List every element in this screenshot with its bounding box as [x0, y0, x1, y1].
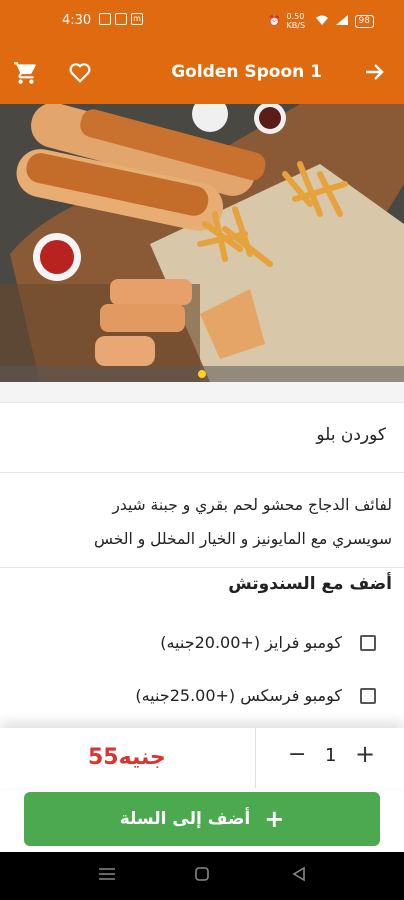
section-gap: [0, 382, 404, 402]
decrease-quantity-button[interactable]: −: [288, 742, 306, 767]
order-bar: 55جنيه − 1 +: [0, 728, 404, 788]
back-icon[interactable]: [291, 866, 307, 886]
cart-icon[interactable]: [13, 60, 39, 90]
alarm-icon: ⏰: [268, 15, 281, 27]
increase-quantity-button[interactable]: +: [355, 740, 375, 768]
status-right: ⏰ 0.50 KB/S 98: [268, 12, 374, 30]
add-to-cart-button[interactable]: + أضف إلى السلة: [24, 792, 380, 846]
product-name: كوردن بلو: [316, 425, 386, 445]
page-title: Golden Spoon 1: [171, 62, 322, 82]
home-icon[interactable]: [194, 866, 210, 886]
addon-label: كومبو فرسكس (+25.00جنيه): [135, 686, 342, 705]
carousel-dot-active[interactable]: [198, 370, 206, 378]
favorite-heart-icon[interactable]: [67, 59, 93, 89]
product-description: لفائف الدجاج محشو لحم بقري و جبنة شيدر س…: [7, 488, 392, 556]
battery-icon: 98: [354, 14, 374, 28]
menu-icon[interactable]: [98, 866, 116, 886]
system-nav-bar: [0, 852, 404, 900]
product-image[interactable]: [0, 104, 404, 382]
addon-label: كومبو فرايز (+20.00جنيه): [160, 633, 342, 652]
back-arrow-icon[interactable]: [362, 60, 386, 88]
description-line-2: سويسري مع المايونيز و الخيار المخلل و ال…: [94, 530, 392, 548]
description-line-1: لفائف الدجاج محشو لحم بقري و جبنة شيدر: [112, 496, 392, 514]
signal-icon: [335, 14, 349, 29]
divider: [255, 728, 256, 788]
addon-option-fries[interactable]: كومبو فرايز (+20.00جنيه): [160, 633, 376, 652]
gallery-icon: [115, 13, 127, 25]
divider: [0, 472, 404, 473]
divider: [0, 567, 404, 568]
addons-title: أضف مع السندوتش: [228, 574, 392, 594]
plus-icon: +: [264, 805, 285, 833]
quantity-value: 1: [325, 745, 337, 766]
status-bar: 4:30 m ⏰ 0.50 KB/S 98: [0, 0, 404, 42]
addon-option-freskas[interactable]: كومبو فرسكس (+25.00جنيه): [135, 686, 376, 705]
status-time: 4:30: [62, 13, 92, 28]
add-to-cart-label: أضف إلى السلة: [119, 809, 251, 829]
carousel-indicator[interactable]: [0, 366, 404, 382]
total-price: 55جنيه: [88, 745, 166, 770]
app-bar: Golden Spoon 1: [0, 42, 404, 104]
addon-checkbox[interactable]: [360, 687, 376, 704]
divider: [0, 402, 404, 403]
messenger-icon: m: [131, 13, 143, 25]
wifi-icon: [315, 14, 329, 29]
addon-checkbox[interactable]: [360, 634, 376, 651]
notification-icons: m: [99, 13, 143, 25]
network-speed: 0.50 KB/S: [286, 12, 306, 30]
notification-icon: [99, 13, 111, 25]
